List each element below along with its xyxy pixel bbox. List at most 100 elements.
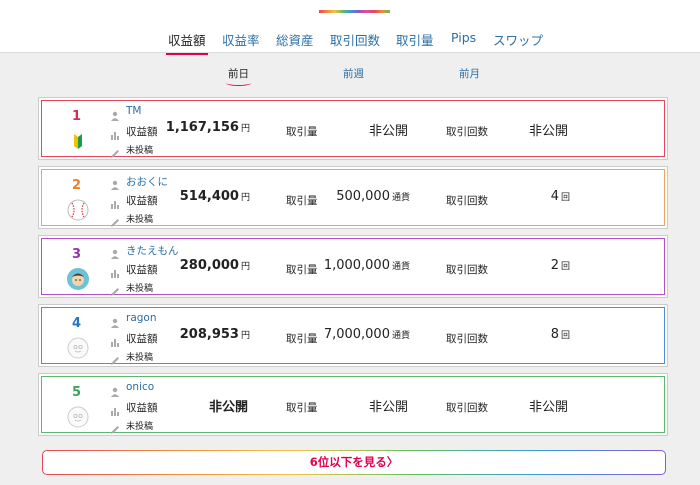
post-status: 未投稿 [126, 146, 154, 156]
profit-label: 収益額 [126, 333, 158, 345]
count-label: 取引回数 [446, 264, 488, 276]
person-icon [110, 313, 120, 328]
profit-value: 208,953 円 [179, 327, 250, 342]
bar-chart-icon [110, 125, 120, 140]
rank-number: 4 [72, 316, 82, 331]
show-more-button[interactable]: 6位以下を見る〉 [42, 450, 666, 475]
profit-value: 非公開 [208, 400, 248, 415]
ranking-type-tabs: 収益額 収益率 総資産 取引回数 取引量 Pips スワップ [0, 30, 700, 55]
volume-label: 取引量 [286, 195, 318, 207]
ranking-card-border: 1 TM 収益額未投稿 1,167,156 円 取引量 非公開 取引回数 非公開 [41, 100, 665, 158]
tab-profit[interactable]: 収益額 [166, 30, 208, 55]
rainbow-logo-strip [319, 10, 390, 13]
period-previous-week[interactable]: 前週 [343, 66, 364, 81]
rank-number: 5 [72, 385, 82, 400]
tab-trade-volume[interactable]: 取引量 [396, 30, 434, 49]
rank-number: 1 [72, 109, 82, 124]
bar-chart-icon [110, 263, 120, 278]
profit-label: 収益額 [126, 264, 158, 276]
profit-unit: 円 [240, 124, 250, 134]
post-status: 未投稿 [126, 422, 154, 432]
volume-label: 取引量 [286, 126, 318, 138]
tab-total-assets[interactable]: 総資産 [276, 30, 314, 49]
person-icon [110, 175, 120, 190]
top-navigation: 収益額 収益率 総資産 取引回数 取引量 Pips スワップ [0, 0, 700, 55]
pencil-icon [110, 213, 120, 227]
count-unit: 回 [560, 193, 570, 203]
ranking-card: 5 onico 収益額未投稿 非公開 取引量 非公開 取引回数 非公開 [38, 373, 668, 436]
user-name-link[interactable]: TM [126, 105, 141, 117]
user-name-link[interactable]: ragon [126, 312, 157, 324]
ranking-card-border: 2 おおくに収益額未投稿 514,400 円 取引量 500,000 通貨 取引回数 4 回 [41, 169, 665, 227]
ranking-card: 4 ragon 収益額未投稿 208,953 円 取引量 7,000,000 通貨 取引回数 8 回 [38, 304, 668, 367]
user-name-link[interactable]: おおくに [126, 174, 168, 189]
ranking-card: 2 おおくに収益額未投稿 514,400 円 取引量 500,000 通貨 取引回数 4 回 [38, 166, 668, 229]
pencil-icon [110, 144, 120, 158]
beginner-mark-icon[interactable] [66, 129, 90, 153]
count-value: 8回 [550, 327, 570, 342]
rank-number: 2 [72, 178, 82, 193]
pencil-icon [110, 351, 120, 365]
profit-unit: 円 [240, 193, 250, 203]
count-value: 非公開 [528, 124, 568, 139]
count-unit: 回 [560, 331, 570, 341]
default-avatar-icon[interactable] [66, 336, 90, 360]
period-tabs: 前日 前週 前月 [0, 66, 700, 86]
volume-unit: 通貨 [391, 262, 410, 272]
ranking-card: 1 TM 収益額未投稿 1,167,156 円 取引量 非公開 取引回数 非公開 [38, 97, 668, 160]
volume-unit: 通貨 [391, 331, 410, 341]
person-icon [110, 106, 120, 121]
profit-unit: 円 [240, 331, 250, 341]
volume-value: 1,000,000 通貨 [323, 258, 410, 273]
ranking-card-border: 3 きたえもん収益額未投稿 280,000 円 取引量 1,000,000 通貨 取引回数 2 回 [41, 238, 665, 296]
count-label: 取引回数 [446, 126, 488, 138]
user-name-link[interactable]: onico [126, 381, 154, 393]
profit-value: 280,000 円 [179, 258, 250, 273]
rank-number: 3 [72, 247, 82, 262]
ranking-card: 3 きたえもん収益額未投稿 280,000 円 取引量 1,000,000 通貨 取引回数 2 回 [38, 235, 668, 298]
count-value: 2回 [550, 258, 570, 273]
profit-value: 1,167,156 円 [165, 120, 250, 135]
person-icon [110, 382, 120, 397]
tab-pips[interactable]: Pips [451, 30, 476, 45]
bar-chart-icon [110, 401, 120, 416]
pencil-icon [110, 420, 120, 434]
count-label: 取引回数 [446, 195, 488, 207]
profit-value: 514,400 円 [179, 189, 250, 204]
volume-label: 取引量 [286, 333, 318, 345]
ranking-card-border: 4 ragon 収益額未投稿 208,953 円 取引量 7,000,000 通貨 取引回数 8 回 [41, 307, 665, 365]
post-status: 未投稿 [126, 215, 154, 225]
face-avatar-icon[interactable] [66, 267, 90, 291]
ranking-card-border: 5 onico 収益額未投稿 非公開 取引量 非公開 取引回数 非公開 [41, 376, 665, 434]
volume-label: 取引量 [286, 402, 318, 414]
volume-unit: 通貨 [391, 193, 410, 203]
profit-label: 収益額 [126, 126, 158, 138]
period-previous-month[interactable]: 前月 [459, 66, 480, 81]
person-icon [110, 244, 120, 259]
volume-value: 非公開 [368, 400, 408, 415]
tab-swap[interactable]: スワップ [493, 30, 543, 49]
volume-label: 取引量 [286, 264, 318, 276]
period-previous-day[interactable]: 前日 [226, 66, 251, 86]
user-name-link[interactable]: きたえもん [126, 243, 179, 258]
volume-value: 500,000 通貨 [336, 189, 410, 204]
post-status: 未投稿 [126, 284, 154, 294]
tab-trade-count[interactable]: 取引回数 [330, 30, 380, 49]
count-label: 取引回数 [446, 402, 488, 414]
baseball-icon[interactable] [66, 198, 90, 222]
count-value: 4回 [550, 189, 570, 204]
count-value: 非公開 [528, 400, 568, 415]
volume-value: 非公開 [368, 124, 408, 139]
tab-profit-rate[interactable]: 収益率 [222, 30, 260, 49]
profit-label: 収益額 [126, 195, 158, 207]
count-label: 取引回数 [446, 333, 488, 345]
pencil-icon [110, 282, 120, 296]
profit-unit: 円 [240, 262, 250, 272]
default-avatar-icon[interactable] [66, 405, 90, 429]
show-more-label: 6位以下を見る〉 [43, 451, 665, 474]
profit-label: 収益額 [126, 402, 158, 414]
volume-value: 7,000,000 通貨 [323, 327, 410, 342]
count-unit: 回 [560, 262, 570, 272]
post-status: 未投稿 [126, 353, 154, 363]
bar-chart-icon [110, 332, 120, 347]
